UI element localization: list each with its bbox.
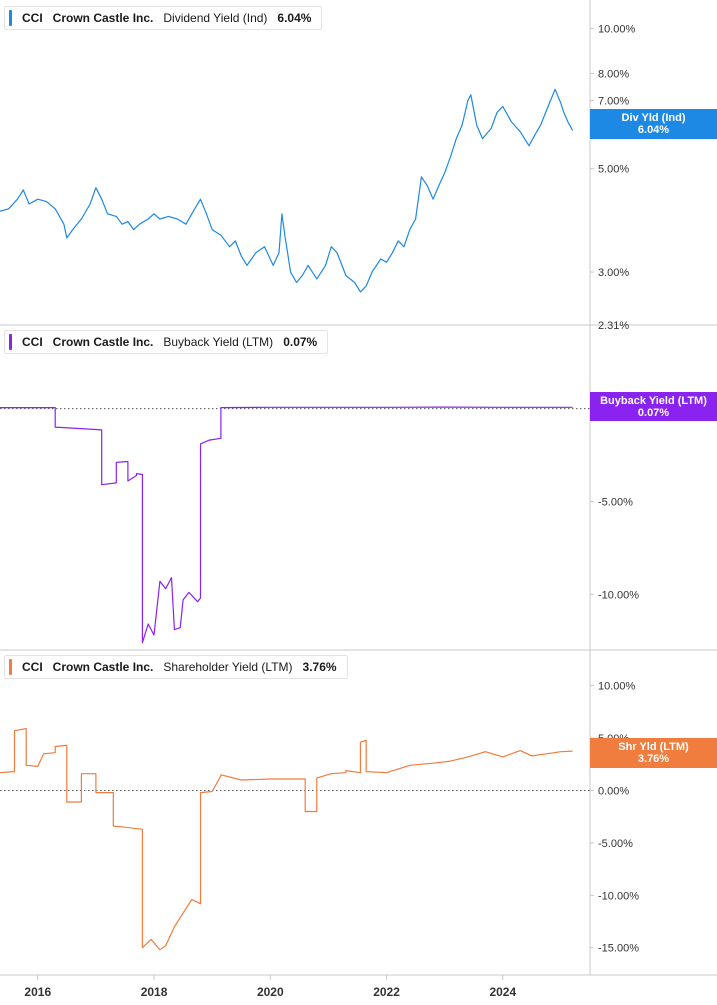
- y-tick-label: 10.00%: [598, 681, 636, 693]
- series-layer: [0, 88, 574, 951]
- flag-label: Buyback Yield (LTM): [600, 395, 707, 407]
- legend-value: 6.04%: [277, 11, 312, 25]
- value-flag-buyback-yield: Buyback Yield (LTM) 0.07%: [590, 392, 717, 421]
- legend-ticker: CCI: [22, 335, 43, 349]
- legend-buyback-yield[interactable]: CCI Crown Castle Inc. Buyback Yield (LTM…: [4, 330, 329, 354]
- flag-value: 6.04%: [637, 124, 670, 136]
- legend-metric: Buyback Yield (LTM): [163, 335, 274, 349]
- legend-metric: Shareholder Yield (LTM): [163, 660, 293, 674]
- y-tick-label: 8.00%: [598, 68, 629, 80]
- flag-label: Div Yld (Ind): [621, 112, 686, 124]
- legend-value: 0.07%: [283, 335, 318, 349]
- x-tick-label: 2020: [257, 985, 284, 999]
- legend-swatch: [9, 659, 12, 675]
- flag-value: 3.76%: [637, 753, 670, 765]
- value-flag-shareholder-yield: Shr Yld (LTM) 3.76%: [590, 738, 717, 768]
- y-tick-label: 0.00%: [598, 785, 629, 797]
- x-axis: 2016 2018 2020 2022 2024: [0, 974, 590, 999]
- flag-label: Shr Yld (LTM): [618, 741, 689, 753]
- legend-ticker: CCI: [22, 11, 43, 25]
- series-line: [0, 727, 573, 951]
- y-tick-label: -10.00%: [598, 589, 639, 601]
- y-tick-label: 2.31%: [598, 320, 629, 332]
- legend-value: 3.76%: [302, 660, 337, 674]
- legend-company: Crown Castle Inc.: [52, 335, 154, 349]
- value-flag-dividend-yield: Div Yld (Ind) 6.04%: [590, 109, 717, 139]
- x-tick-label: 2018: [141, 985, 168, 999]
- y-tick-label: -10.00%: [598, 890, 639, 902]
- legend-metric: Dividend Yield (Ind): [163, 11, 268, 25]
- y-tick-label: 10.00%: [598, 23, 636, 35]
- legend-company: Crown Castle Inc.: [52, 11, 154, 25]
- x-tick-label: 2022: [373, 985, 400, 999]
- legend-ticker: CCI: [22, 660, 43, 674]
- y-tick-label: 7.00%: [598, 96, 629, 108]
- x-tick-label: 2016: [24, 985, 51, 999]
- axes-layer: 10.00% 8.00% 7.00% 5.00% 3.00% 2.31% -5.00% -10…: [0, 0, 717, 976]
- legend-swatch: [9, 334, 12, 350]
- y-tick-label: -15.00%: [598, 943, 639, 955]
- flag-value: 0.07%: [637, 407, 670, 419]
- y-tick-label: -5.00%: [598, 496, 633, 508]
- legend-swatch: [9, 10, 12, 26]
- x-tick-label: 2024: [489, 985, 516, 999]
- series-line: [0, 406, 573, 644]
- legend-dividend-yield[interactable]: CCI Crown Castle Inc. Dividend Yield (In…: [4, 6, 323, 30]
- series-line: [0, 88, 574, 293]
- y-tick-label: 3.00%: [598, 267, 629, 279]
- y-tick-label: 5.00%: [598, 164, 629, 176]
- y-tick-label: -5.00%: [598, 838, 633, 850]
- chart-canvas: 10.00% 8.00% 7.00% 5.00% 3.00% 2.31% -5.00% -10…: [0, 0, 717, 999]
- legend-shareholder-yield[interactable]: CCI Crown Castle Inc. Shareholder Yield …: [4, 655, 348, 679]
- legend-company: Crown Castle Inc.: [52, 660, 154, 674]
